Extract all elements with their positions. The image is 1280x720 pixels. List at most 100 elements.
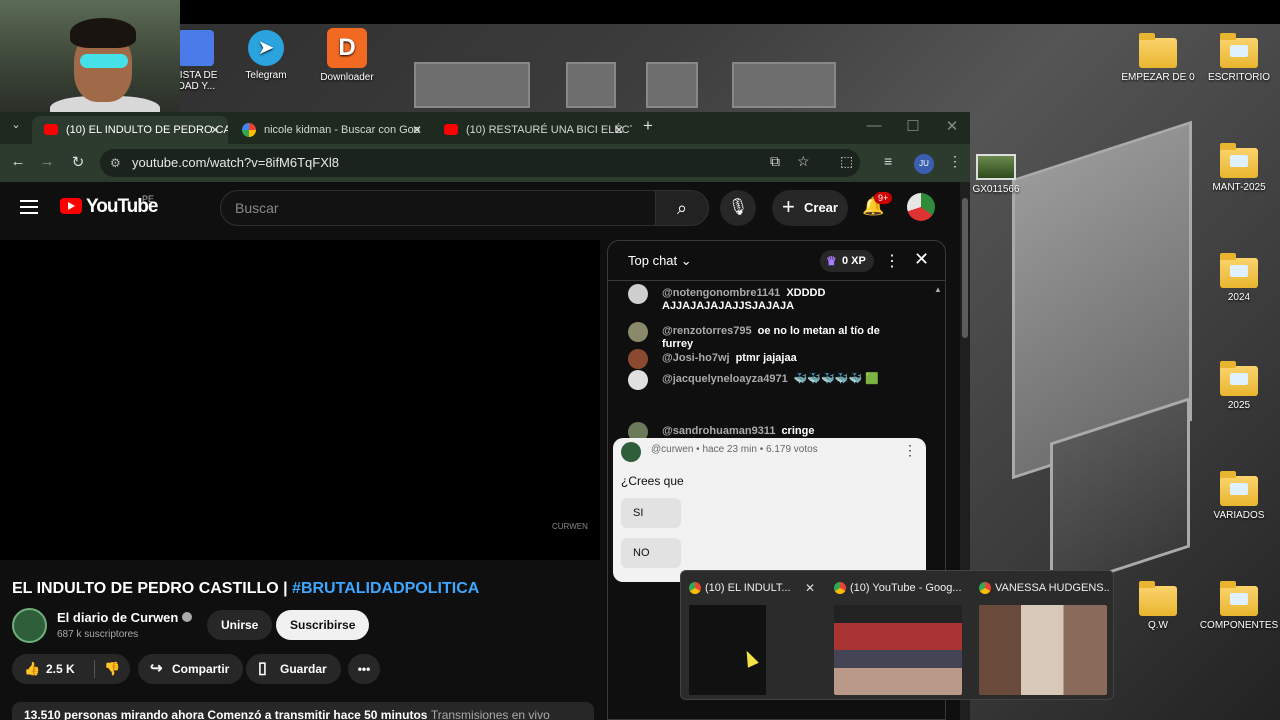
youtube-logo-icon[interactable] <box>60 198 82 214</box>
desktop-icon-2025[interactable]: 2025 <box>1199 361 1279 411</box>
more-actions-button[interactable]: ••• <box>348 654 380 684</box>
desktop-icon-2024[interactable]: 2024 <box>1199 253 1279 303</box>
chat-message: @notengonombre1141 XDDDD AJJAJAJAJAJJSJAJ… <box>628 284 908 313</box>
live-tag[interactable]: Transmisiones en vivo <box>431 708 550 720</box>
folder-icon <box>1220 581 1258 616</box>
channel-avatar[interactable] <box>12 608 47 643</box>
close-tab-icon[interactable]: ✕ <box>412 116 422 144</box>
chat-author[interactable]: @notengonombre1141 <box>662 287 780 299</box>
tab-label: (10) EL INDULTO DE PEDRO CA <box>66 124 228 136</box>
poll-menu-icon[interactable]: ⋮ <box>903 442 917 459</box>
desktop-icon-label: 2024 <box>1227 292 1251 303</box>
scrollbar-thumb[interactable] <box>962 198 968 338</box>
close-window-button[interactable]: ✕ <box>942 117 962 135</box>
desktop-top-strip <box>0 0 1280 24</box>
tab-restaure-bici[interactable]: (10) RESTAURÉ UNA BICI ELÉCT ✕ <box>432 116 632 144</box>
country-code: PE <box>142 194 155 204</box>
youtube-favicon-icon <box>444 124 458 135</box>
browser-menu-icon[interactable]: ⋮ <box>948 153 962 170</box>
join-button[interactable]: Unirse <box>207 610 273 640</box>
chat-mode-dropdown[interactable]: Top chat ⌄ <box>628 253 692 269</box>
like-button[interactable]: 2.5 K 👎 <box>12 654 130 684</box>
poll-option-si[interactable]: SI <box>621 498 681 528</box>
share-button[interactable]: Compartir <box>138 654 244 684</box>
maximize-button[interactable]: ☐ <box>903 117 923 135</box>
desktop-icon-escritorio[interactable]: ESCRITORIO <box>1199 33 1279 83</box>
video-player[interactable]: CURWEN <box>0 240 600 560</box>
folder-icon <box>1220 253 1258 288</box>
xp-badge[interactable]: 0 XP <box>820 250 874 272</box>
tab-nicole-kidman[interactable]: nicole kidman - Buscar con Goo ✕ <box>230 116 430 144</box>
close-tab-icon[interactable]: ✕ <box>614 116 624 144</box>
search-button[interactable]: ⌕ <box>655 190 709 226</box>
forward-arrow-icon[interactable]: → <box>37 153 57 170</box>
tab-el-indulto[interactable]: (10) EL INDULTO DE PEDRO CA ✕ <box>32 116 228 144</box>
back-arrow-icon[interactable]: ← <box>8 153 28 170</box>
new-tab-button[interactable]: + <box>638 116 658 136</box>
chat-scroll-up-icon[interactable]: ▲ <box>934 285 942 294</box>
preview-title: (10) YouTube - Goog... <box>830 577 964 599</box>
channel-name[interactable]: El diario de Curwen <box>57 610 193 625</box>
address-bar: ← → ↻ ⚙ youtube.com/watch?v=8ifM6TqFXl8 … <box>0 144 970 182</box>
chat-close-icon[interactable]: ✕ <box>914 249 929 270</box>
dislike-icon[interactable]: 👎 <box>104 654 120 684</box>
desktop-icon-empezar[interactable]: EMPEZAR DE 0 <box>1118 33 1198 83</box>
folder-icon <box>1220 143 1258 178</box>
desktop-icon-label: Telegram <box>245 70 287 81</box>
poll-option-no[interactable]: NO <box>621 538 681 568</box>
create-label: Crear <box>804 200 838 215</box>
voice-search-button[interactable]: 🎙 <box>720 190 756 226</box>
subscribe-button[interactable]: Suscribirse <box>276 610 370 640</box>
close-preview-icon[interactable]: ✕ <box>805 577 815 599</box>
create-button[interactable]: Crear <box>772 189 848 226</box>
desktop-icon-label: Q.W <box>1148 620 1168 631</box>
chat-author-avatar[interactable] <box>628 322 648 342</box>
wall-block <box>566 62 616 108</box>
bookmark-star-icon[interactable]: ☆ <box>797 153 810 170</box>
poll-question: ¿Crees que <box>621 474 684 488</box>
site-info-icon[interactable]: ⚙ <box>110 149 121 177</box>
reading-list-icon[interactable]: ≡ <box>884 153 892 169</box>
poll-header: @curwen • hace 23 min • 6.179 votos <box>621 442 818 462</box>
folder-icon <box>1220 361 1258 396</box>
install-app-icon[interactable]: ⧉ <box>770 153 780 170</box>
chat-author-avatar[interactable] <box>628 370 648 390</box>
chat-author[interactable]: @Josi-ho7wj <box>662 352 730 364</box>
subscriber-count: 687 k suscriptores <box>57 629 139 640</box>
chat-author[interactable]: @jacquelyneloayza4971 <box>662 373 788 385</box>
url-field[interactable]: ⚙ youtube.com/watch?v=8ifM6TqFXl8 <box>100 149 860 177</box>
desktop-icon-downloader[interactable]: D Downloader <box>307 28 387 83</box>
desktop-icon-qw[interactable]: Q.W <box>1118 581 1198 631</box>
search-input[interactable]: Buscar <box>220 190 656 226</box>
close-tab-icon[interactable]: ✕ <box>210 116 220 144</box>
chat-author[interactable]: @renzotorres795 <box>662 325 752 337</box>
desktop-icon-telegram[interactable]: ➤ Telegram <box>226 30 306 81</box>
chat-author[interactable]: @sandrohuaman9311 <box>662 425 775 437</box>
viewers-text: 13.510 personas mirando ahora Comenzó a … <box>24 708 428 720</box>
chat-menu-icon[interactable]: ⋮ <box>884 251 900 271</box>
chat-author-avatar[interactable] <box>628 349 648 369</box>
desktop-icon-label: COMPONENTES <box>1199 620 1279 631</box>
user-avatar[interactable] <box>907 193 935 221</box>
profile-avatar[interactable]: JU <box>914 154 934 174</box>
video-hashtag-link[interactable]: #BRUTALIDADPOLITICA <box>292 580 479 597</box>
chat-message-body: @renzotorres795 oe no lo metan al tío de … <box>662 325 908 351</box>
menu-hamburger-icon[interactable] <box>20 200 38 214</box>
tab-search-icon[interactable]: ⌄ <box>6 118 26 131</box>
folder-icon <box>1139 581 1177 616</box>
desktop-icon-componentes[interactable]: COMPONENTES <box>1199 581 1279 631</box>
desktop-icon-mant2025[interactable]: MANT-2025 <box>1199 143 1279 193</box>
save-button[interactable]: Guardar <box>246 654 341 684</box>
webcam-glasses <box>80 54 128 68</box>
extensions-icon[interactable]: ⬚ <box>840 153 853 170</box>
window-preview[interactable]: (10) YouTube - Goog... <box>830 577 964 695</box>
chat-text: 🐳🐳🐳🐳🐳 🟩 <box>793 373 879 385</box>
minimize-button[interactable]: — <box>864 117 884 134</box>
window-preview[interactable]: (10) EL INDULT... ✕ <box>685 577 819 695</box>
tab-label: (10) RESTAURÉ UNA BICI ELÉCT <box>466 124 632 136</box>
reload-icon[interactable]: ↻ <box>68 153 88 171</box>
window-preview[interactable]: VANESSA HUDGENS... <box>975 577 1109 695</box>
desktop-icon-variados[interactable]: VARIADOS <box>1199 471 1279 521</box>
chat-author-avatar[interactable] <box>628 284 648 304</box>
notification-badge: 9+ <box>874 192 893 204</box>
